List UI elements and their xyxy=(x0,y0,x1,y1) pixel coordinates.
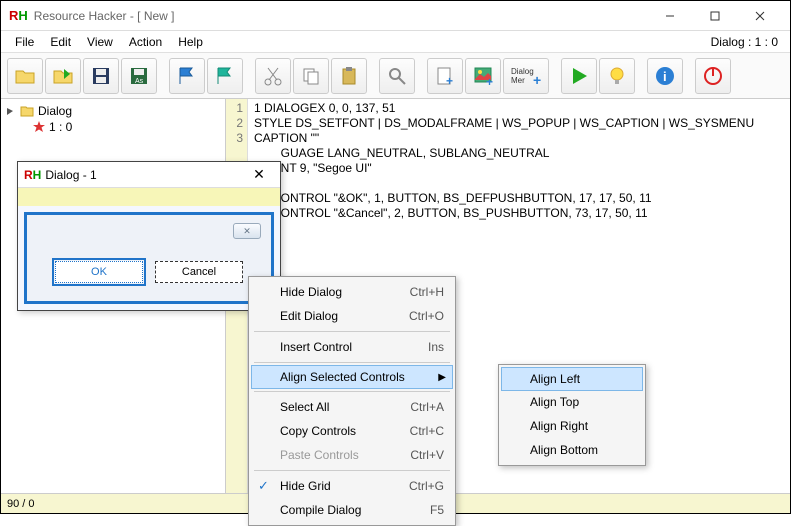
menu-item-accel: Ctrl+A xyxy=(390,400,444,414)
svg-text:+: + xyxy=(533,72,541,87)
dialog-preview-titlebar[interactable]: RH Dialog - 1 ✕ xyxy=(18,162,280,188)
search-button[interactable] xyxy=(379,58,415,94)
tree-node-dialog[interactable]: Dialog xyxy=(5,103,221,119)
svg-text:+: + xyxy=(486,75,493,87)
menu-item-label: Copy Controls xyxy=(280,424,390,438)
copy-button[interactable] xyxy=(293,58,329,94)
menu-item-accel: Ctrl+C xyxy=(390,424,444,438)
context-menu[interactable]: Hide DialogCtrl+HEdit DialogCtrl+OInsert… xyxy=(248,276,456,526)
app-logo-icon: RH xyxy=(24,168,41,182)
menu-item-accel: F5 xyxy=(410,503,444,517)
maximize-button[interactable] xyxy=(692,2,737,30)
menu-item-label: Hide Dialog xyxy=(280,285,390,299)
paste-button[interactable] xyxy=(331,58,367,94)
menu-item-accel: Ctrl+H xyxy=(390,285,444,299)
menu-item[interactable]: Align Selected Controls▶ xyxy=(251,365,453,389)
tree-label-child: 1 : 0 xyxy=(49,120,72,134)
menu-item-label: Compile Dialog xyxy=(280,503,410,517)
add-document-button[interactable]: + xyxy=(427,58,463,94)
flag-blue-button[interactable] xyxy=(169,58,205,94)
menu-item-label: Select All xyxy=(280,400,390,414)
save-as-button[interactable]: As xyxy=(121,58,157,94)
menu-item-label: Edit Dialog xyxy=(280,309,389,323)
svg-text:i: i xyxy=(663,69,667,84)
dialog-inner-close-icon[interactable]: ✕ xyxy=(233,223,261,239)
titlebar: RH Resource Hacker - [ New ] xyxy=(1,1,790,31)
close-button[interactable] xyxy=(737,2,782,30)
cut-button[interactable] xyxy=(255,58,291,94)
tree-node-child[interactable]: 1 : 0 xyxy=(5,119,221,135)
context-submenu[interactable]: Align Left Align Top Align Right Align Bott… xyxy=(498,364,646,466)
menu-item-label: Paste Controls xyxy=(280,448,390,462)
dialog-preview-canvas[interactable]: ✕ OK Cancel xyxy=(24,212,274,304)
menubar: File Edit View Action Help Dialog : 1 : … xyxy=(1,31,790,53)
menu-item-label: Align Selected Controls xyxy=(280,370,444,384)
dialog-menu-button[interactable]: DialogMer + xyxy=(503,58,549,94)
menu-action[interactable]: Action xyxy=(121,33,170,51)
submenu-arrow-icon: ▶ xyxy=(438,372,446,383)
footer-left: 90 / 0 xyxy=(7,498,232,510)
menu-item[interactable]: ✓ Hide GridCtrl+G xyxy=(252,474,452,498)
menu-item[interactable]: Insert ControlIns xyxy=(252,335,452,359)
window-title: Resource Hacker - [ New ] xyxy=(34,9,647,23)
menu-item-accel: Ctrl+V xyxy=(390,448,444,462)
menu-edit[interactable]: Edit xyxy=(42,33,79,51)
svg-text:+: + xyxy=(446,74,453,87)
menu-item-label: Hide Grid xyxy=(280,479,389,493)
menu-item[interactable]: Copy ControlsCtrl+C xyxy=(252,419,452,443)
dialog-preview-title: Dialog - 1 xyxy=(45,168,244,182)
menu-item-accel: Ins xyxy=(408,340,444,354)
collapse-icon[interactable] xyxy=(5,106,16,117)
menu-help[interactable]: Help xyxy=(170,33,211,51)
menu-item-label: Align Bottom xyxy=(530,443,634,457)
dialog-preview-window[interactable]: RH Dialog - 1 ✕ ✕ OK Cancel xyxy=(17,161,281,311)
dialog-preview-close-button[interactable]: ✕ xyxy=(244,166,274,183)
menu-item-label: Align Left xyxy=(530,372,634,386)
menu-item-accel: Ctrl+O xyxy=(389,309,444,323)
status-right: Dialog : 1 : 0 xyxy=(711,35,784,49)
menu-item: Paste ControlsCtrl+V xyxy=(252,443,452,467)
info-button[interactable]: i xyxy=(647,58,683,94)
minimize-button[interactable] xyxy=(647,2,692,30)
check-icon: ✓ xyxy=(258,478,269,494)
app-logo-icon: RH xyxy=(9,8,28,23)
flag-teal-button[interactable] xyxy=(207,58,243,94)
menu-view[interactable]: View xyxy=(79,33,121,51)
menu-item[interactable]: Edit DialogCtrl+O xyxy=(252,304,452,328)
dialog-ok-button[interactable]: OK xyxy=(55,261,143,283)
menu-file[interactable]: File xyxy=(7,33,42,51)
menu-item[interactable]: Align Bottom xyxy=(502,438,642,462)
menu-item-label: Align Right xyxy=(530,419,634,433)
menu-item[interactable]: Align Left xyxy=(501,367,643,391)
svg-text:As: As xyxy=(135,78,144,85)
menu-item-accel: Ctrl+G xyxy=(389,479,444,493)
idea-button[interactable] xyxy=(599,58,635,94)
tree-label-root: Dialog xyxy=(38,104,72,118)
toolbar: As + + DialogMer + i xyxy=(1,53,790,99)
add-image-button[interactable]: + xyxy=(465,58,501,94)
svg-text:Dialog: Dialog xyxy=(511,67,534,76)
menu-item[interactable]: Hide DialogCtrl+H xyxy=(252,280,452,304)
menu-item-label: Insert Control xyxy=(280,340,408,354)
dialog-cancel-button[interactable]: Cancel xyxy=(155,261,243,283)
open-folder-button[interactable] xyxy=(7,58,43,94)
menu-item[interactable]: Align Right xyxy=(502,414,642,438)
open-green-button[interactable] xyxy=(45,58,81,94)
menu-item[interactable]: Select AllCtrl+A xyxy=(252,395,452,419)
menu-item[interactable]: Compile DialogF5 xyxy=(252,498,452,522)
save-button[interactable] xyxy=(83,58,119,94)
star-icon xyxy=(33,121,45,133)
menu-item[interactable]: Align Top xyxy=(502,390,642,414)
run-button[interactable] xyxy=(561,58,597,94)
svg-text:Mer: Mer xyxy=(511,76,525,85)
folder-icon xyxy=(20,104,34,118)
power-button[interactable] xyxy=(695,58,731,94)
menu-item-label: Align Top xyxy=(530,395,634,409)
dialog-preview-band xyxy=(18,188,280,206)
